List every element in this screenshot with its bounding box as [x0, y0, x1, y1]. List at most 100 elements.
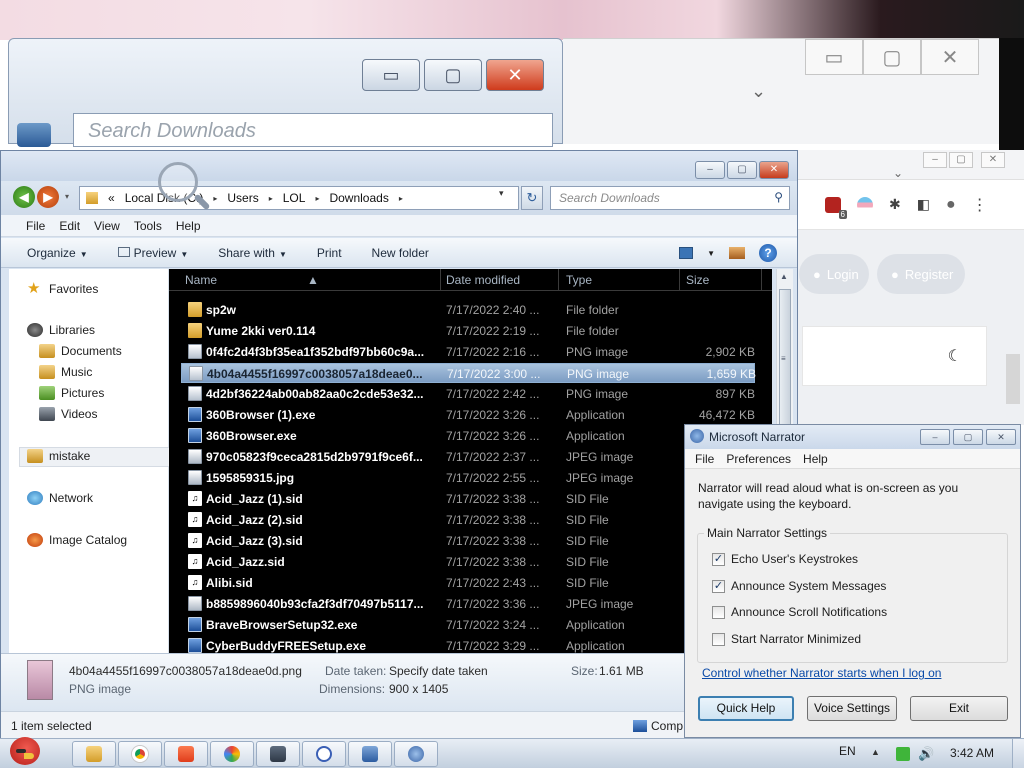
- column-divider[interactable]: [761, 269, 762, 291]
- browser-close-button[interactable]: ✕: [981, 152, 1005, 168]
- taskbar-chrome-button[interactable]: [118, 741, 162, 767]
- recent-pages-dropdown[interactable]: ▾: [65, 192, 69, 201]
- explorer-close-button[interactable]: ✕: [759, 161, 789, 179]
- table-row[interactable]: 4d2bf36224ab00ab82aa0c2cde53e32... 7/17/2…: [181, 384, 755, 404]
- column-divider[interactable]: [679, 269, 680, 291]
- print-button[interactable]: Print: [317, 246, 342, 260]
- search-icon[interactable]: ⚲: [774, 190, 783, 204]
- profile-icon[interactable]: ●: [946, 196, 956, 214]
- background-right-close-button[interactable]: ✕: [921, 39, 979, 75]
- refresh-button[interactable]: ↻: [521, 186, 543, 210]
- menu-help[interactable]: Help: [169, 215, 208, 236]
- sidebar-item-videos[interactable]: Videos: [39, 407, 97, 421]
- narrator-menu-help[interactable]: Help: [797, 449, 834, 468]
- table-row[interactable]: b8859896040b93cfa2f3df70497b5117... 7/17/…: [181, 594, 755, 614]
- table-row[interactable]: 360Browser (1).exe 7/17/2022 3:26 ... Appl…: [181, 405, 755, 425]
- search-input[interactable]: Search Downloads ⚲: [550, 186, 790, 210]
- narrator-menu-preferences[interactable]: Preferences: [720, 449, 797, 468]
- breadcrumb-separator-icon[interactable]: ▸: [399, 194, 403, 203]
- back-button[interactable]: ◀: [13, 186, 35, 208]
- taskbar-ccleaner-button[interactable]: [302, 741, 346, 767]
- table-row[interactable]: sp2w 7/17/2022 2:40 ... File folder: [181, 300, 755, 320]
- taskbar-explorer-button[interactable]: [72, 741, 116, 767]
- explorer-minimize-button[interactable]: –: [695, 161, 725, 179]
- moon-icon[interactable]: ☾: [948, 346, 962, 366]
- exit-button[interactable]: Exit: [910, 696, 1008, 721]
- address-dropdown-icon[interactable]: ▾: [499, 188, 504, 199]
- background-close-button[interactable]: ✕: [486, 59, 544, 91]
- quick-help-button[interactable]: Quick Help: [698, 696, 794, 721]
- breadcrumb-separator-icon[interactable]: ▸: [213, 194, 217, 203]
- explorer-maximize-button[interactable]: ▢: [727, 161, 757, 179]
- show-hidden-icons-icon[interactable]: ▲: [871, 747, 880, 757]
- forward-button[interactable]: ▶: [37, 186, 59, 208]
- sidebar-item-favorites[interactable]: ★ Favorites: [27, 281, 98, 297]
- organize-button[interactable]: Organize ▼: [27, 246, 88, 260]
- table-row[interactable]: Yume 2kki ver0.114 7/17/2022 2:19 ... File…: [181, 321, 755, 341]
- breadcrumb-separator-icon[interactable]: ▸: [269, 194, 273, 203]
- table-row[interactable]: 360Browser.exe 7/17/2022 3:26 ... Applicat…: [181, 426, 755, 446]
- breadcrumb-separator-icon[interactable]: ▸: [315, 194, 319, 203]
- table-row[interactable]: 970c05823f9ceca2815d2b9791f9ce6f... 7/17/…: [181, 447, 755, 467]
- voice-settings-button[interactable]: Voice Settings: [807, 696, 897, 721]
- start-button[interactable]: [2, 733, 48, 768]
- table-row[interactable]: ♫ Acid_Jazz (3).sid 7/17/2022 3:38 ... SID …: [181, 531, 755, 551]
- sidebar-item-music[interactable]: Music: [39, 365, 92, 379]
- announce-scroll-option[interactable]: Announce Scroll Notifications: [712, 605, 887, 619]
- ublock-icon[interactable]: 6: [825, 196, 847, 219]
- table-row[interactable]: ♫ Acid_Jazz (1).sid 7/17/2022 3:38 ... SID …: [181, 489, 755, 509]
- preview-pane-icon[interactable]: [729, 247, 745, 259]
- background-search-input[interactable]: Search Downloads: [73, 113, 553, 147]
- background-minimize-button[interactable]: ▭: [362, 59, 420, 91]
- announce-scroll-checkbox[interactable]: [712, 605, 725, 619]
- table-row[interactable]: CyberBuddyFREESetup.exe 7/17/2022 3:29 ..…: [181, 636, 755, 653]
- table-row-selected[interactable]: 4b04a4455f16997c0038057a18deae0... 7/17/2…: [181, 363, 756, 383]
- breadcrumb-users[interactable]: Users: [227, 191, 258, 205]
- sidebar-item-homegroup[interactable]: mistake: [27, 449, 90, 463]
- menu-edit[interactable]: Edit: [52, 215, 87, 236]
- table-row[interactable]: ♫ Acid_Jazz (2).sid 7/17/2022 3:38 ... SID …: [181, 510, 755, 530]
- menu-view[interactable]: View: [87, 215, 127, 236]
- view-options-dropdown-icon[interactable]: ▼: [707, 249, 715, 258]
- scroll-up-arrow-icon[interactable]: ▲: [780, 272, 788, 281]
- sidebar-item-network[interactable]: Network: [27, 491, 93, 505]
- taskbar-photos-button[interactable]: [210, 741, 254, 767]
- column-divider[interactable]: [440, 269, 441, 291]
- new-folder-button[interactable]: New folder: [372, 246, 429, 260]
- table-row[interactable]: ♫ Acid_Jazz.sid 7/17/2022 3:38 ... SID File: [181, 552, 755, 572]
- echo-keystrokes-option[interactable]: ✓ Echo User's Keystrokes: [712, 552, 858, 566]
- table-row[interactable]: BraveBrowserSetup32.exe 7/17/2022 3:24 ..…: [181, 615, 755, 635]
- start-minimized-option[interactable]: Start Narrator Minimized: [712, 632, 861, 646]
- speaker-icon[interactable]: 🔊: [918, 747, 934, 761]
- register-button[interactable]: ● Register: [877, 254, 965, 294]
- battery-icon[interactable]: [896, 747, 910, 761]
- chevron-down-icon[interactable]: ⌄: [751, 81, 766, 102]
- sidebar-item-image-catalog[interactable]: Image Catalog: [27, 533, 127, 547]
- table-row[interactable]: ♫ Alibi.sid 7/17/2022 2:43 ... SID File: [181, 573, 755, 593]
- details-date-value[interactable]: Specify date taken: [389, 664, 488, 678]
- browser-minimize-button[interactable]: –: [923, 152, 947, 168]
- browser-maximize-button[interactable]: ▢: [949, 152, 973, 168]
- menu-file[interactable]: File: [19, 215, 52, 236]
- column-header-name[interactable]: Name: [185, 273, 217, 287]
- tab-search-chevron-icon[interactable]: ⌄: [893, 166, 903, 180]
- puzzle-icon[interactable]: ✱: [889, 196, 901, 213]
- narrator-menu-file[interactable]: File: [689, 449, 720, 468]
- flag-icon[interactable]: [857, 196, 873, 213]
- taskbar-brave-button[interactable]: [164, 741, 208, 767]
- address-bar[interactable]: « Local Disk (C:) ▸ Users ▸ LOL ▸ Downlo…: [79, 186, 519, 210]
- breadcrumb-lol[interactable]: LOL: [283, 191, 306, 205]
- background-right-maximize-button[interactable]: ▢: [863, 39, 921, 75]
- breadcrumb-overflow[interactable]: «: [108, 191, 115, 205]
- narrator-close-button[interactable]: ✕: [986, 429, 1016, 445]
- announce-system-messages-checkbox[interactable]: ✓: [712, 579, 725, 593]
- share-with-button[interactable]: Share with ▼: [218, 246, 287, 260]
- taskbar-network-tool-button[interactable]: [348, 741, 392, 767]
- column-divider[interactable]: [558, 269, 559, 291]
- browser-scrollbar[interactable]: [1006, 354, 1020, 404]
- sidepanel-icon[interactable]: ◧: [917, 196, 930, 213]
- echo-keystrokes-checkbox[interactable]: ✓: [712, 552, 725, 566]
- login-button[interactable]: ● Login: [799, 254, 869, 294]
- background-maximize-button[interactable]: ▢: [424, 59, 482, 91]
- change-view-icon[interactable]: [679, 247, 694, 259]
